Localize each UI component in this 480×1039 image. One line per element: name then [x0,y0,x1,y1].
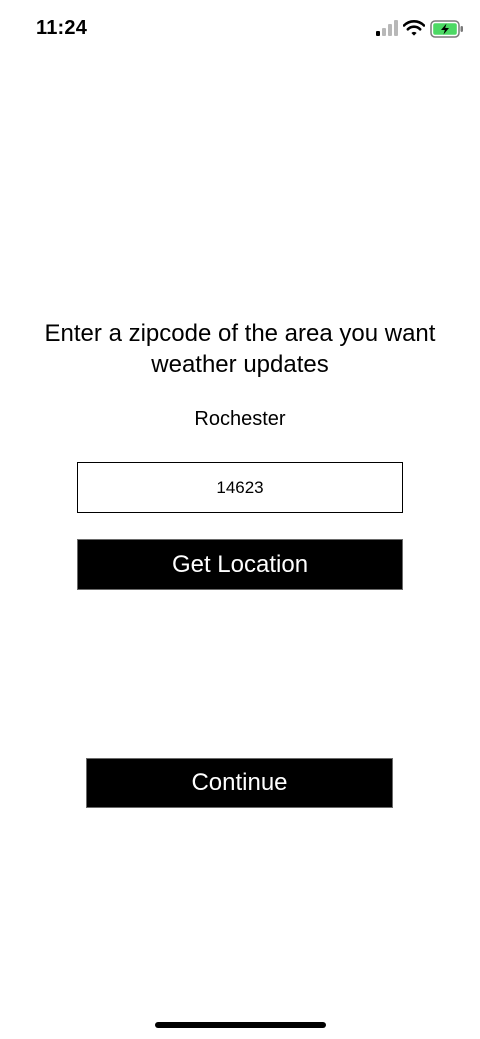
continue-button[interactable]: Continue [86,758,393,808]
signal-icon [376,20,398,36]
home-indicator[interactable] [155,1022,326,1028]
get-location-button[interactable]: Get Location [77,539,403,590]
zipcode-prompt: Enter a zipcode of the area you want wea… [44,320,436,378]
zipcode-input[interactable] [77,462,403,513]
city-name: Rochester [194,408,286,430]
battery-charging-icon [430,20,463,38]
status-time: 11:24 [36,17,88,39]
wifi-icon [403,20,425,36]
status-bar: 11:24 [0,0,480,58]
